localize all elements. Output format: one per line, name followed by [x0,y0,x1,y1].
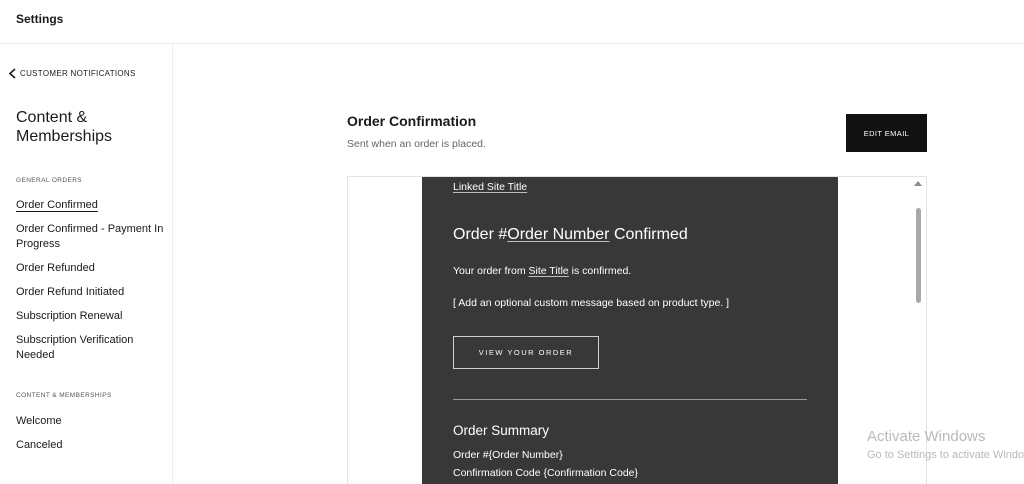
sidebar: CUSTOMER NOTIFICATIONS Content & Members… [0,44,173,484]
email-body: Linked Site Title Order #Order Number Co… [422,177,838,484]
sidebar-item-subscription-verification-needed[interactable]: Subscription Verification Needed [16,333,166,363]
settings-page: Settings CUSTOMER NOTIFICATIONS Content … [0,0,1024,484]
order-text-prefix: Your order from [453,265,529,277]
order-heading-prefix: Order # [453,226,508,243]
scroll-up-arrow-icon[interactable] [914,181,922,186]
page-title: Order Confirmation [347,113,477,129]
top-bar: Settings [0,0,1024,44]
watermark-line-1: Activate Windows [867,428,986,445]
sidebar-item-subscription-renewal[interactable]: Subscription Renewal [16,309,166,324]
custom-message-placeholder: [ Add an optional custom message based o… [453,297,730,309]
order-text-suffix: is confirmed. [568,265,632,277]
site-title-link[interactable]: Site Title [528,265,568,277]
email-preview-panel[interactable]: Linked Site Title Order #Order Number Co… [347,176,927,484]
scrollbar-thumb[interactable] [916,208,921,303]
watermark-line-2: Go to Settings to activate Windows. [867,449,1024,461]
sidebar-title: Content & Memberships [16,109,113,145]
back-link-label: CUSTOMER NOTIFICATIONS [20,69,136,78]
sidebar-item-order-confirmed-payment-in-progress[interactable]: Order Confirmed - Payment In Progress [16,222,166,252]
order-number-link[interactable]: Order Number [507,226,609,243]
page-subtitle: Sent when an order is placed. [347,138,486,150]
sidebar-item-welcome[interactable]: Welcome [16,414,166,429]
order-summary-title: Order Summary [453,423,550,438]
app-title: Settings [16,12,64,26]
group-label-general-orders: GENERAL ORDERS [16,177,83,184]
sidebar-item-canceled[interactable]: Canceled [16,438,166,453]
sidebar-item-order-confirmed[interactable]: Order Confirmed [16,198,166,213]
linked-site-title[interactable]: Linked Site Title [453,181,527,193]
divider [453,399,807,400]
chevron-left-icon [8,68,16,79]
order-heading-suffix: Confirmed [609,226,688,243]
activate-windows-watermark: Activate Windows Go to Settings to activ… [867,428,1024,461]
summary-confirmation-code: Confirmation Code {Confirmation Code} [453,467,639,479]
view-your-order-button[interactable]: VIEW YOUR ORDER [453,336,599,369]
edit-email-button[interactable]: EDIT EMAIL [846,114,927,152]
sidebar-item-order-refunded[interactable]: Order Refunded [16,261,166,276]
order-heading: Order #Order Number Confirmed [453,226,688,244]
group-label-content-memberships: CONTENT & MEMBERSHIPS [16,392,112,399]
sidebar-item-order-refund-initiated[interactable]: Order Refund Initiated [16,285,166,300]
order-confirmed-text: Your order from Site Title is confirmed. [453,265,631,277]
back-to-customer-notifications-link[interactable]: CUSTOMER NOTIFICATIONS [8,68,136,79]
summary-order-number: Order #{Order Number} [453,449,563,461]
